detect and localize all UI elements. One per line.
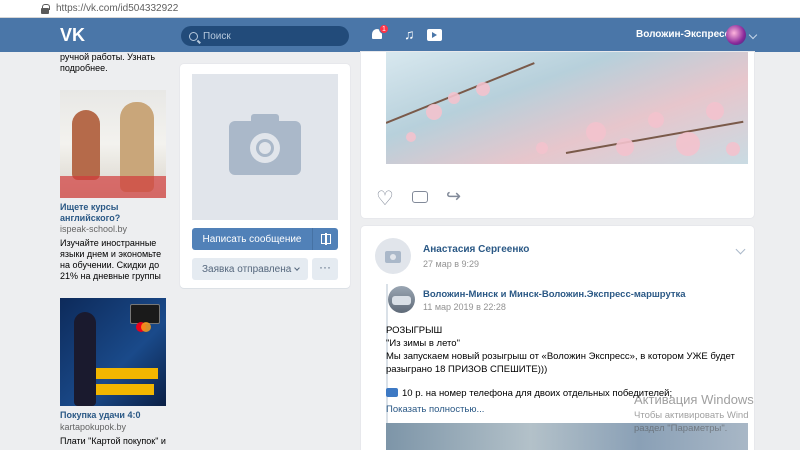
ad-desc-line: Изучайте иностранные: [60, 238, 157, 248]
vk-header: VK 1 ♫ Воложин-Экспресс: [0, 18, 800, 52]
bus-emoji-icon: [386, 388, 398, 397]
camera-icon: [385, 251, 401, 263]
ad-desc-line: 21% на дневные группы: [60, 271, 161, 281]
like-icon[interactable]: [376, 186, 394, 211]
url-text[interactable]: https://vk.com/id504332922: [56, 3, 178, 14]
notification-badge: 1: [379, 24, 389, 34]
ads-column: ручной работы. Узнать подробнее. Ищете к…: [42, 52, 172, 450]
post-text-line: "Из зимы в лето": [386, 338, 460, 349]
post-text-line: разыграно 18 ПРИЗОВ СПЕШИТЕ))): [386, 364, 548, 375]
browser-address-bar[interactable]: https://vk.com/id504332922: [0, 0, 800, 18]
ad-desc-line: Плати "Картой покупок" и: [60, 436, 166, 446]
post-menu-chevron-icon[interactable]: [735, 244, 746, 255]
search-input[interactable]: [203, 30, 333, 42]
ad-person: [72, 110, 100, 180]
post-author[interactable]: Анастасия Сергеенко: [423, 244, 529, 255]
post-text-phone: 10 р. на номер телефона для двоих отдель…: [402, 388, 673, 399]
ad-desk: [60, 176, 166, 198]
ad-host[interactable]: ispeak-school.by: [60, 224, 170, 235]
post-text-line: Мы запускаем новый розыгрыш от «Воложин …: [386, 351, 735, 362]
windows-activation-title: Активация Windows: [634, 392, 754, 407]
ad-person: [74, 312, 96, 406]
camera-icon: [229, 114, 301, 175]
search-icon: [189, 31, 198, 41]
ad-previous-text[interactable]: ручной работы. Узнать подробнее.: [60, 52, 170, 74]
ad-desc-line: языки днем и экономьте: [60, 249, 162, 259]
ad-image-card[interactable]: [60, 298, 166, 406]
post-text-line: РОЗЫГРЫШ: [386, 325, 443, 336]
wall-post: [361, 52, 754, 218]
ad-prev-line-2: подробнее.: [60, 63, 108, 73]
ad-description: Изучайте иностранные языки днем и эконом…: [60, 238, 170, 282]
user-avatar[interactable]: [726, 25, 746, 45]
show-more-link[interactable]: Показать полностью...: [386, 404, 484, 415]
bank-card-image: [130, 304, 160, 324]
ad-description: Плати "Картой покупок" и: [60, 436, 170, 447]
post-image[interactable]: [386, 52, 748, 164]
write-message-button[interactable]: Написать сообщение: [192, 228, 312, 250]
ad-title[interactable]: Покупка удачи 4:0: [60, 410, 170, 421]
comment-icon[interactable]: [412, 191, 428, 203]
ad-banner-strip: [96, 368, 158, 379]
music-icon[interactable]: ♫: [404, 26, 415, 42]
friend-request-label: Заявка отправлена: [202, 263, 292, 275]
ad-title-line-1: Ищете курсы: [60, 202, 119, 212]
lock-icon: [40, 3, 50, 14]
ad-host[interactable]: kartapokupok.by: [60, 422, 170, 433]
post-date[interactable]: 27 мар в 9:29: [423, 259, 479, 269]
profile-card: Написать сообщение Заявка отправлена ···: [180, 64, 350, 288]
windows-activation-text: раздел "Параметры".: [634, 423, 728, 434]
notifications-button[interactable]: 1: [370, 24, 389, 43]
more-actions-button[interactable]: ···: [312, 258, 338, 280]
post-actions: [376, 186, 464, 211]
windows-activation-text: Чтобы активировать Wind: [634, 410, 749, 421]
ad-title-line-2: английского?: [60, 213, 121, 223]
mastercard-logo: [136, 322, 151, 332]
vk-logo[interactable]: VK: [60, 25, 88, 45]
chevron-down-icon[interactable]: [748, 30, 758, 40]
ad-desc-line: на обучении. Скидки до: [60, 260, 160, 270]
repost-avatar[interactable]: [388, 286, 415, 313]
ad-banner-strip: [96, 384, 154, 395]
post-text: РОЗЫГРЫШ "Из зимы в лето" Мы запускаем н…: [386, 324, 746, 400]
ad-title[interactable]: Ищете курсы английского?: [60, 202, 170, 224]
gift-icon: [321, 233, 331, 245]
gift-button[interactable]: [312, 228, 338, 250]
search-box[interactable]: [181, 26, 349, 46]
profile-avatar-placeholder[interactable]: [192, 74, 338, 220]
ad-prev-line-1: ручной работы. Узнать: [60, 52, 156, 62]
repost-date[interactable]: 11 мар 2019 в 22:28: [423, 302, 506, 312]
friend-request-button[interactable]: Заявка отправлена: [192, 258, 308, 280]
user-name[interactable]: Воложин-Экспресс: [636, 29, 730, 40]
share-icon[interactable]: [446, 186, 464, 207]
branch: [386, 62, 535, 124]
author-avatar[interactable]: [375, 238, 411, 274]
video-icon[interactable]: [427, 29, 442, 41]
chevron-down-icon: [294, 264, 301, 271]
ad-image-english-course[interactable]: [60, 90, 166, 198]
repost-author[interactable]: Воложин-Минск и Минск-Воложин.Экспресс-м…: [423, 289, 686, 300]
